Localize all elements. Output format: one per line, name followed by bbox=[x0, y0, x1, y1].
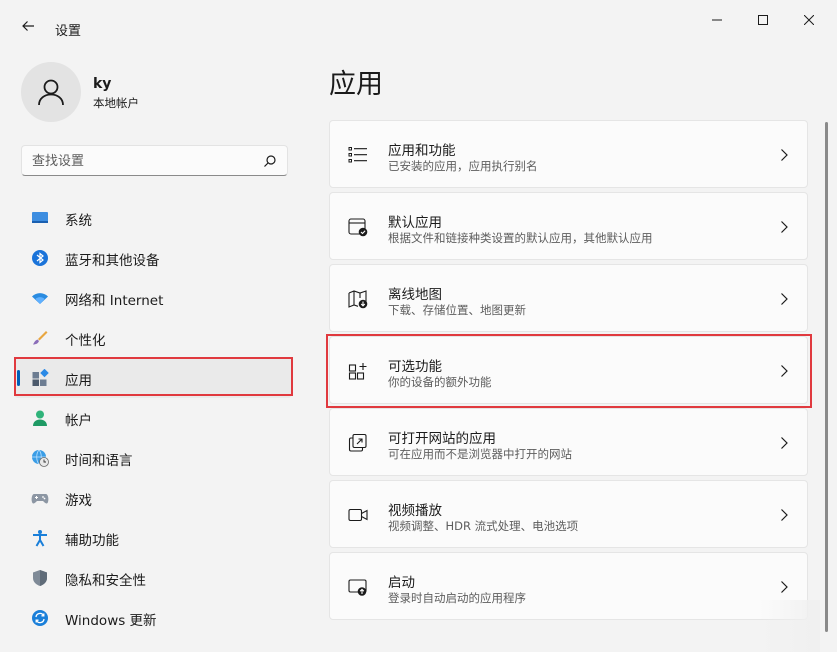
sidebar-item-label: 个性化 bbox=[65, 333, 106, 349]
avatar[interactable] bbox=[21, 62, 81, 122]
search-icon[interactable] bbox=[263, 154, 277, 168]
wifi-icon bbox=[32, 293, 48, 304]
chevron-right-icon bbox=[781, 293, 788, 305]
card-title: 默认应用 bbox=[388, 215, 442, 231]
account-icon bbox=[33, 410, 47, 426]
startup-icon bbox=[348, 579, 367, 596]
card-offline-maps[interactable]: 离线地图 下载、存储位置、地图更新 bbox=[329, 264, 808, 332]
page-title: 应用 bbox=[329, 69, 383, 100]
card-subtitle: 根据文件和链接种类设置的默认应用，其他默认应用 bbox=[388, 231, 653, 245]
card-title: 离线地图 bbox=[388, 287, 442, 303]
apps-icon bbox=[32, 369, 49, 386]
globe-clock-icon bbox=[32, 449, 49, 467]
close-button[interactable] bbox=[786, 4, 832, 36]
sidebar-item-network[interactable]: 网络和 Internet bbox=[14, 278, 292, 318]
card-subtitle: 可在应用而不是浏览器中打开的网站 bbox=[388, 447, 572, 461]
back-button[interactable] bbox=[14, 12, 42, 40]
shield-icon bbox=[33, 570, 47, 586]
scrollbar[interactable] bbox=[825, 122, 828, 632]
sidebar-item-label: Windows 更新 bbox=[65, 613, 157, 629]
chevron-right-icon bbox=[781, 365, 788, 377]
sidebar-item-label: 隐私和安全性 bbox=[65, 573, 146, 589]
search-input[interactable] bbox=[32, 151, 252, 171]
chevron-right-icon bbox=[781, 221, 788, 233]
sidebar-item-time-language[interactable]: 时间和语言 bbox=[14, 438, 292, 478]
sidebar-item-bluetooth[interactable]: 蓝牙和其他设备 bbox=[14, 238, 292, 278]
system-icon bbox=[32, 212, 48, 223]
sidebar-item-label: 蓝牙和其他设备 bbox=[65, 253, 160, 269]
chevron-right-icon bbox=[781, 581, 788, 593]
card-subtitle: 下载、存储位置、地图更新 bbox=[388, 303, 526, 317]
sidebar-item-windows-update[interactable]: Windows 更新 bbox=[14, 598, 292, 638]
sidebar-item-label: 应用 bbox=[65, 373, 92, 389]
sidebar-item-label: 游戏 bbox=[65, 493, 92, 509]
default-app-icon bbox=[348, 218, 368, 237]
title-bar: 设置 bbox=[0, 0, 837, 48]
user-name: ky bbox=[93, 76, 112, 92]
card-startup[interactable]: 启动 登录时自动启动的应用程序 bbox=[329, 552, 808, 620]
settings-cards: 应用和功能 已安装的应用，应用执行别名 默认应用 根据文件和链接种类设置的默认应… bbox=[329, 120, 808, 624]
optional-features-icon bbox=[348, 363, 367, 380]
card-title: 可选功能 bbox=[388, 359, 442, 375]
bluetooth-icon bbox=[32, 250, 48, 266]
sidebar-item-label: 时间和语言 bbox=[65, 453, 133, 469]
sidebar-item-system[interactable]: 系统 bbox=[14, 198, 292, 238]
minimize-icon bbox=[712, 19, 722, 21]
update-icon bbox=[32, 610, 48, 626]
chevron-right-icon bbox=[781, 149, 788, 161]
card-title: 应用和功能 bbox=[388, 143, 456, 159]
person-icon bbox=[38, 79, 64, 106]
card-apps-for-websites[interactable]: 可打开网站的应用 可在应用而不是浏览器中打开的网站 bbox=[329, 408, 808, 476]
sidebar-item-privacy[interactable]: 隐私和安全性 bbox=[14, 558, 292, 598]
open-external-icon bbox=[348, 433, 367, 452]
gamepad-icon bbox=[31, 494, 49, 504]
user-profile[interactable]: ky 本地帐户 bbox=[21, 62, 281, 122]
brush-icon bbox=[33, 331, 48, 345]
selection-indicator bbox=[17, 370, 20, 386]
map-icon bbox=[348, 290, 368, 309]
search-box[interactable] bbox=[21, 145, 288, 176]
minimize-button[interactable] bbox=[694, 4, 740, 36]
card-optional-features[interactable]: 可选功能 你的设备的额外功能 bbox=[329, 336, 808, 404]
close-icon bbox=[804, 15, 814, 25]
sidebar-nav: 系统 蓝牙和其他设备 网络和 Internet 个性化 应用 帐户 时间和语言 … bbox=[14, 198, 294, 638]
card-default-apps[interactable]: 默认应用 根据文件和链接种类设置的默认应用，其他默认应用 bbox=[329, 192, 808, 260]
list-icon bbox=[348, 147, 367, 163]
video-icon bbox=[348, 508, 368, 522]
app-title: 设置 bbox=[55, 24, 82, 39]
chevron-right-icon bbox=[781, 437, 788, 449]
account-type: 本地帐户 bbox=[93, 96, 139, 110]
accessibility-icon bbox=[33, 530, 47, 547]
sidebar-item-apps[interactable]: 应用 bbox=[14, 358, 292, 398]
card-title: 启动 bbox=[388, 575, 415, 591]
sidebar-item-label: 辅助功能 bbox=[65, 533, 119, 549]
sidebar-item-accounts[interactable]: 帐户 bbox=[14, 398, 292, 438]
card-subtitle: 登录时自动启动的应用程序 bbox=[388, 591, 526, 605]
chevron-right-icon bbox=[781, 509, 788, 521]
card-video-playback[interactable]: 视频播放 视频调整、HDR 流式处理、电池选项 bbox=[329, 480, 808, 548]
sidebar-item-personalization[interactable]: 个性化 bbox=[14, 318, 292, 358]
sidebar-item-label: 帐户 bbox=[65, 413, 92, 429]
card-title: 视频播放 bbox=[388, 503, 442, 519]
card-subtitle: 已安装的应用，应用执行别名 bbox=[388, 159, 538, 173]
sidebar-item-label: 系统 bbox=[65, 213, 92, 229]
back-arrow-icon bbox=[22, 21, 34, 31]
maximize-button[interactable] bbox=[740, 4, 786, 36]
decorative-fade bbox=[760, 600, 820, 652]
sidebar-item-gaming[interactable]: 游戏 bbox=[14, 478, 292, 518]
card-title: 可打开网站的应用 bbox=[388, 431, 496, 447]
card-subtitle: 你的设备的额外功能 bbox=[388, 375, 492, 389]
maximize-icon bbox=[758, 15, 768, 25]
card-apps-features[interactable]: 应用和功能 已安装的应用，应用执行别名 bbox=[329, 120, 808, 188]
sidebar-item-label: 网络和 Internet bbox=[65, 293, 164, 309]
card-subtitle: 视频调整、HDR 流式处理、电池选项 bbox=[388, 519, 579, 533]
sidebar-item-accessibility[interactable]: 辅助功能 bbox=[14, 518, 292, 558]
